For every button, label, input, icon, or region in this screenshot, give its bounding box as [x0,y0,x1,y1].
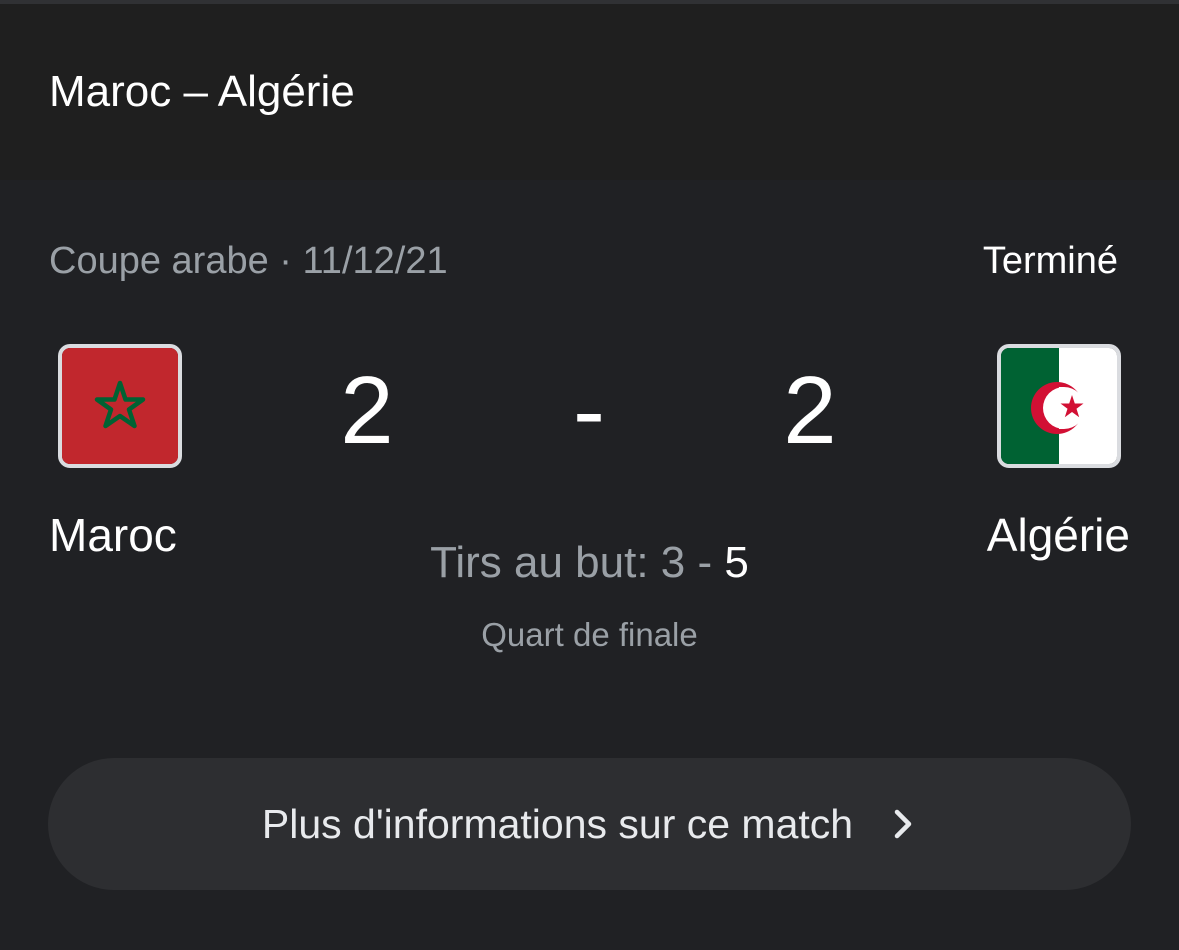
morocco-flag-icon [58,344,182,468]
penalty-shootout: Tirs au but: 3 - 5 [0,536,1179,590]
chevron-right-icon [889,804,917,844]
penalty-label: Tirs au but: [430,538,661,587]
penalty-home-score: 3 [660,538,686,587]
more-info-label: Plus d'informations sur ce match [261,800,854,847]
competition-date: Coupe arabe · 11/12/21 [49,240,448,282]
penalty-dash: - [685,538,725,587]
more-info-button[interactable]: Plus d'informations sur ce match [48,758,1131,890]
score-separator: - [573,357,605,464]
match-status: Terminé [982,240,1118,282]
algeria-flag-icon [997,344,1121,468]
match-title[interactable]: Maroc – Algérie [49,66,355,118]
match-round: Quart de finale [481,616,698,653]
home-score: 2 [340,357,394,464]
match-card: Maroc – Algérie Coupe arabe · 11/12/21 T… [0,4,1179,950]
away-score: 2 [783,357,837,464]
penalty-away-score: 5 [724,538,749,587]
match-header: Maroc – Algérie [0,4,1179,180]
